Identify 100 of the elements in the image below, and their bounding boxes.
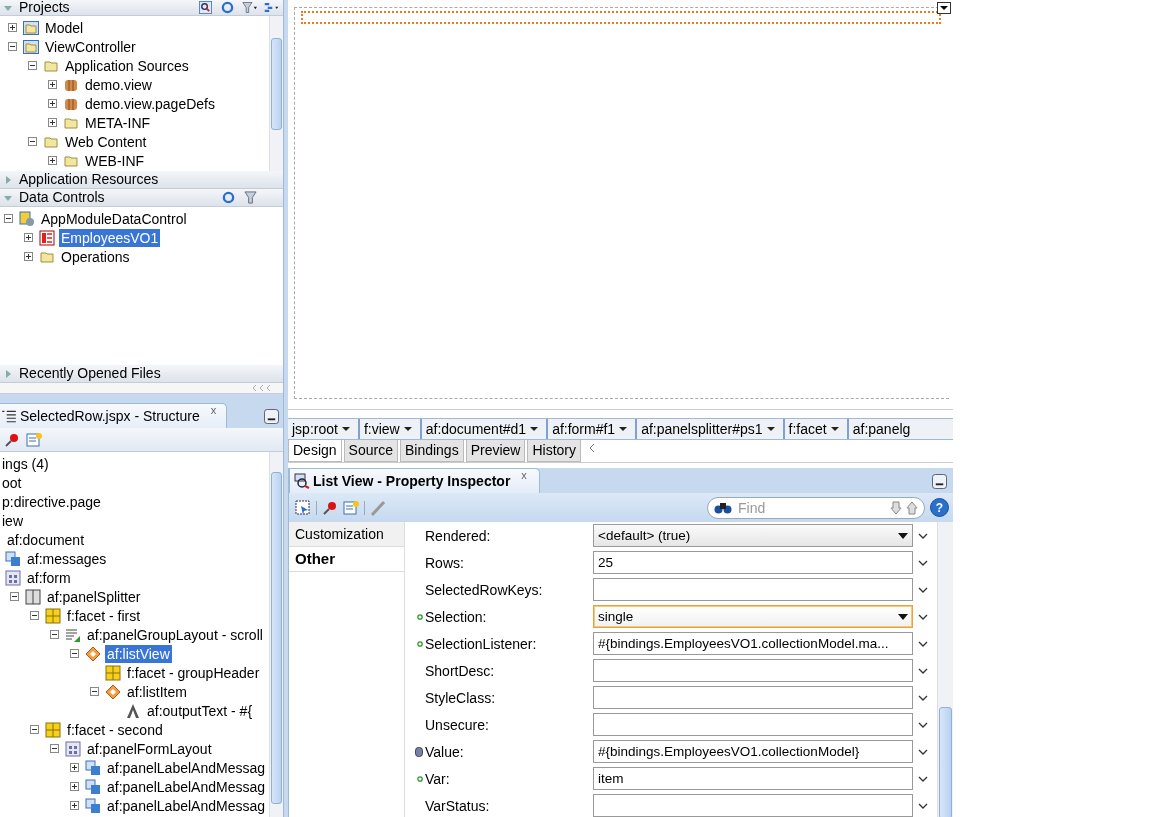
expand-toggle[interactable]: [7, 23, 17, 32]
chevron-icon[interactable]: [918, 586, 928, 593]
expand-toggle[interactable]: [29, 611, 39, 620]
text-field[interactable]: [593, 713, 913, 736]
tree-item[interactable]: META-INF: [83, 113, 153, 132]
tree-item[interactable]: Application Sources: [63, 56, 191, 75]
tree-item[interactable]: Web Content: [63, 132, 149, 151]
expand-toggle[interactable]: [27, 137, 37, 146]
expand-toggle[interactable]: [47, 99, 57, 108]
expand-toggle[interactable]: [9, 592, 19, 601]
caret-icon[interactable]: [341, 426, 350, 432]
expand-toggle[interactable]: [69, 763, 79, 772]
pin-icon[interactable]: [322, 499, 338, 516]
tree-item[interactable]: af:document: [5, 530, 87, 549]
expand-toggle[interactable]: [27, 61, 37, 70]
filter-icon[interactable]: [242, 1, 257, 14]
dropdown-field[interactable]: single: [593, 605, 913, 628]
tree-item[interactable]: WEB-INF: [83, 151, 147, 170]
expand-toggle[interactable]: [49, 630, 59, 639]
editor-tab[interactable]: Preview: [465, 440, 526, 462]
breadcrumb[interactable]: af:panelg: [848, 419, 919, 439]
text-field[interactable]: [593, 686, 913, 709]
scrollbar[interactable]: [269, 16, 283, 171]
arrow-up-icon[interactable]: [906, 500, 918, 515]
panel-tab[interactable]: List View - Property Inspector x: [289, 468, 540, 493]
chevron-icon[interactable]: [918, 775, 928, 782]
expand-toggle[interactable]: [7, 42, 17, 51]
text-field[interactable]: #{bindings.EmployeesVO1.collectionModel.ma...: [593, 632, 913, 655]
panel-header[interactable]: Data Controls: [0, 189, 283, 207]
chevron-icon[interactable]: [918, 694, 928, 701]
category-tab[interactable]: Customization: [289, 522, 404, 547]
caret-icon[interactable]: [530, 426, 539, 432]
caret-icon[interactable]: [403, 426, 412, 432]
tree-item[interactable]: ViewController: [43, 37, 138, 56]
expand-toggle[interactable]: [69, 782, 79, 791]
tree-item[interactable]: ings (4): [0, 454, 51, 473]
tree-item[interactable]: EmployeesVO1: [59, 228, 161, 247]
text-field[interactable]: [593, 659, 913, 682]
tree-item[interactable]: Operations: [59, 247, 132, 266]
tree-item[interactable]: iew: [0, 511, 25, 530]
tree-item[interactable]: af:panelLabelAndMessag: [105, 777, 267, 796]
breadcrumb[interactable]: af:panelsplitter#ps1: [637, 419, 785, 439]
tree-item[interactable]: af:panelGroupLayout - scroll: [85, 625, 265, 644]
minimize-button[interactable]: [932, 474, 947, 489]
tree-item[interactable]: af:listItem: [125, 682, 189, 701]
scroll-left-icon[interactable]: [589, 443, 595, 453]
expand-toggle[interactable]: [23, 252, 33, 261]
search-field[interactable]: Find: [707, 496, 925, 519]
tree-item[interactable]: f:facet - first: [65, 606, 143, 625]
chevron-icon[interactable]: [918, 613, 928, 620]
text-field[interactable]: [593, 578, 913, 601]
expand-toggle[interactable]: [29, 725, 39, 734]
chevron-icon[interactable]: [918, 559, 928, 566]
scrollbar[interactable]: [269, 452, 283, 817]
tree-item[interactable]: f:facet - groupHeader: [125, 663, 262, 682]
arrow-down-icon[interactable]: [890, 500, 902, 515]
editor-tab[interactable]: Source: [343, 440, 398, 462]
filter-icon[interactable]: [243, 191, 258, 204]
caret-icon[interactable]: [619, 426, 628, 432]
search-icon[interactable]: [198, 1, 213, 14]
tree-item[interactable]: af:panelFormLayout: [85, 739, 214, 758]
tree-item[interactable]: af:form: [25, 568, 73, 587]
chevron-icon[interactable]: [918, 802, 928, 809]
tree-item[interactable]: AppModuleDataControl: [39, 209, 189, 228]
tree-item[interactable]: af:listView: [105, 644, 172, 663]
expand-toggle[interactable]: [47, 118, 57, 127]
expand-toggle[interactable]: [3, 214, 13, 223]
text-field[interactable]: #{bindings.EmployeesVO1.collectionModel}: [593, 740, 913, 763]
tree-item[interactable]: af:outputText - #{: [145, 701, 255, 720]
help-button[interactable]: ?: [930, 498, 949, 517]
expand-toggle[interactable]: [23, 233, 33, 242]
tree-item[interactable]: Model: [43, 18, 86, 37]
tree-item[interactable]: af:panelSplitter: [45, 587, 143, 606]
tree-item[interactable]: af:panelLabelAndMessag: [105, 796, 267, 815]
breadcrumb[interactable]: f:facet: [784, 419, 849, 439]
chevron-icon[interactable]: [918, 532, 928, 539]
panel-header[interactable]: Application Resources: [0, 171, 283, 189]
chevron-icon[interactable]: [918, 721, 928, 728]
minimize-button[interactable]: [264, 409, 279, 424]
panel-tab[interactable]: SelectedRow.jspx - Structure x: [0, 403, 228, 428]
panel-header[interactable]: Recently Opened Files: [0, 365, 283, 383]
tree-item[interactable]: af:messages: [25, 549, 109, 568]
tree-item[interactable]: f:facet - second: [65, 720, 165, 739]
editor-tab[interactable]: Bindings: [399, 440, 464, 462]
tree-item[interactable]: af:panelLabelAndMessag: [105, 758, 267, 777]
text-field[interactable]: 25: [593, 551, 913, 574]
close-button[interactable]: x: [521, 469, 527, 481]
text-field[interactable]: item: [593, 767, 913, 790]
tree-item[interactable]: demo.view.pageDefs: [83, 94, 217, 113]
text-field[interactable]: [593, 794, 913, 817]
chevron-icon[interactable]: [918, 667, 928, 674]
expand-toggle[interactable]: [47, 80, 57, 89]
expand-toggle[interactable]: [47, 156, 57, 165]
scrollbar[interactable]: [937, 522, 953, 817]
chevron-icon[interactable]: [918, 640, 928, 647]
expand-toggle[interactable]: [69, 801, 79, 810]
tree-item[interactable]: oot: [0, 473, 24, 492]
expand-toggle[interactable]: [49, 744, 59, 753]
dropdown-field[interactable]: <default> (true): [593, 524, 913, 547]
close-button[interactable]: x: [210, 404, 217, 416]
